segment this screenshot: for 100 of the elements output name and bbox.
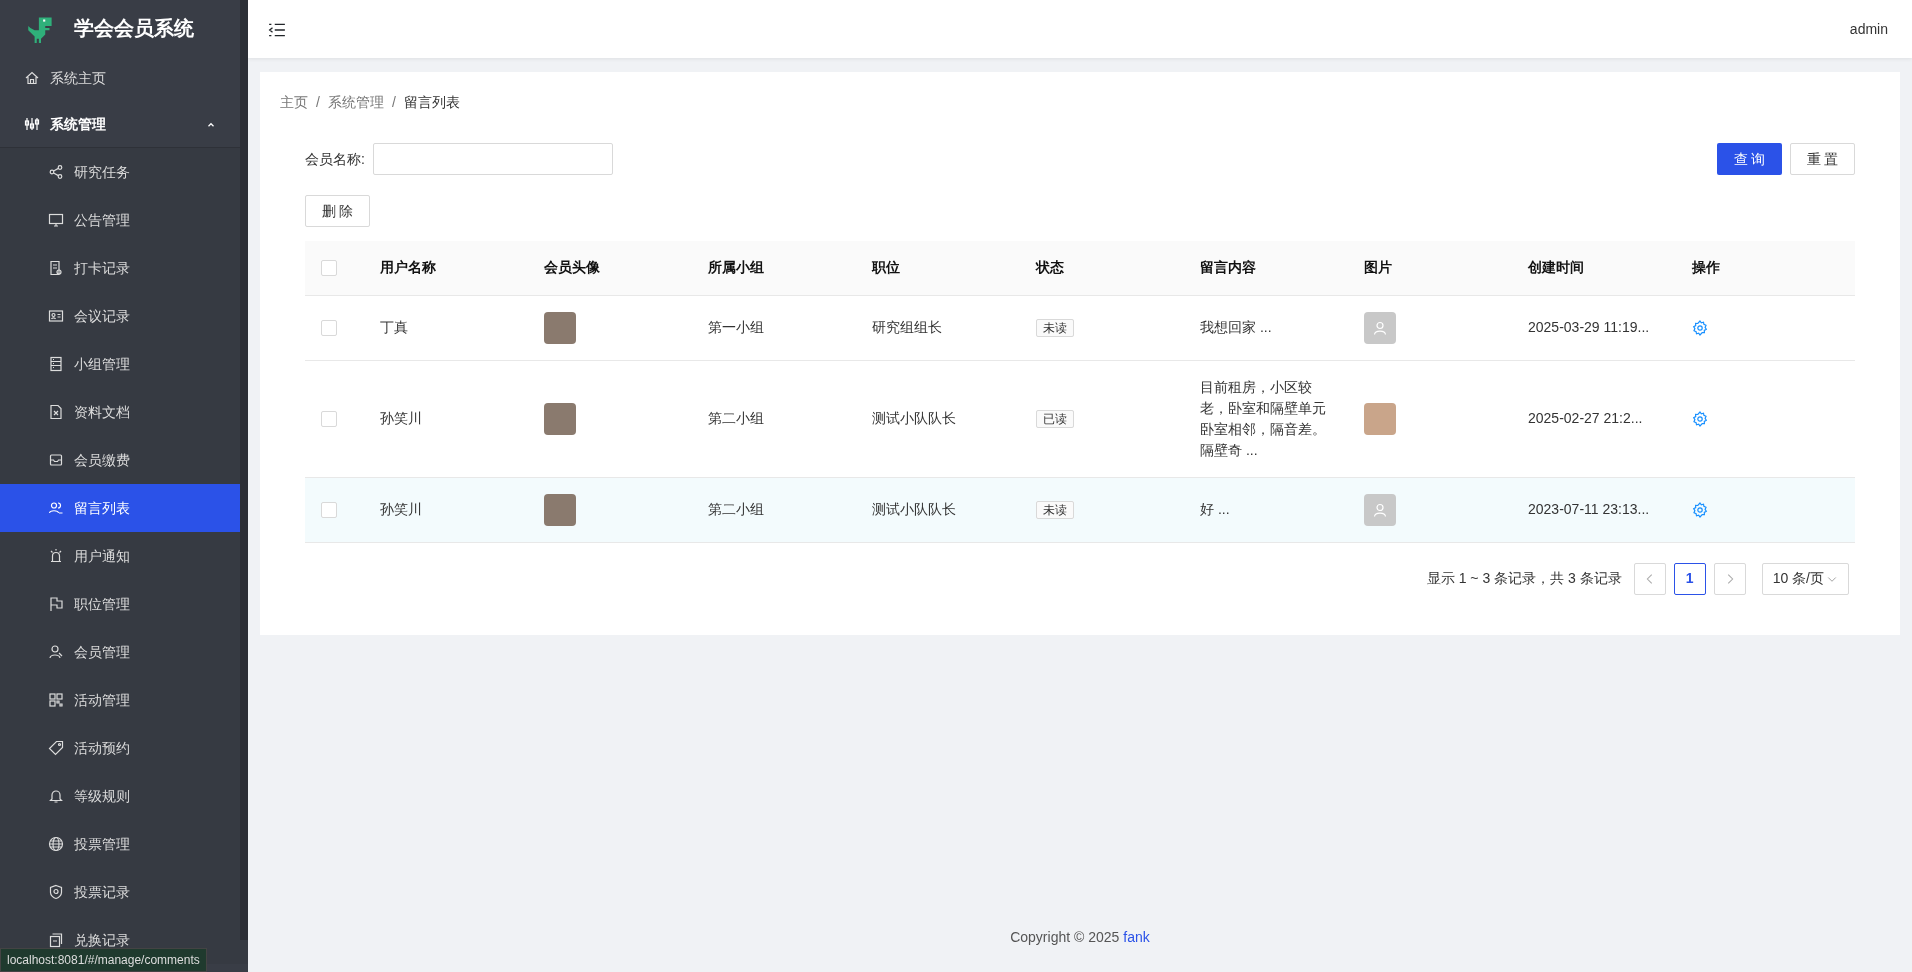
sidebar-item[interactable]: 活动预约	[0, 724, 240, 772]
breadcrumb-link[interactable]: 系统管理	[327, 92, 384, 113]
table-cell: 2025-03-29 11:19...	[1528, 319, 1650, 335]
users-icon	[48, 500, 64, 516]
sidebar-item[interactable]: 会员缴费	[0, 436, 240, 484]
table-cell: 第一小组	[708, 319, 764, 335]
row-checkbox[interactable]	[321, 319, 337, 336]
sidebar-item[interactable]: 资料文档	[0, 388, 240, 436]
id-card-icon	[48, 308, 64, 324]
document-icon	[48, 260, 64, 276]
breadcrumb-current: 留言列表	[403, 93, 460, 112]
column-header: 会员头像	[528, 241, 692, 295]
link-status-tooltip: localhost:8081/#/manage/comments	[0, 948, 207, 972]
table-cell: 2025-02-27 21:2...	[1528, 410, 1643, 426]
sidebar-item[interactable]: 活动管理	[0, 676, 240, 724]
sidebar-item[interactable]: 公告管理	[0, 196, 240, 244]
tag-icon	[48, 740, 64, 756]
row-checkbox[interactable]	[321, 501, 337, 518]
sidebar-item[interactable]: 系统主页	[0, 55, 240, 101]
share-icon	[48, 164, 64, 180]
page-size-select[interactable]: 10 条/页	[1761, 562, 1849, 595]
home-icon	[24, 70, 40, 86]
table-cell: 丁真	[380, 319, 408, 335]
copy-icon	[48, 932, 64, 948]
next-page-button[interactable]	[1713, 562, 1746, 595]
settings-button[interactable]	[1692, 411, 1708, 428]
settings-icon	[1692, 502, 1708, 519]
avatar-photo-placeholder	[544, 311, 576, 344]
sidebar-item[interactable]: 职位管理	[0, 580, 240, 628]
flag-icon	[48, 596, 64, 612]
sidebar-item[interactable]: 系统管理	[0, 101, 240, 147]
sidebar-item[interactable]: 研究任务	[0, 148, 240, 196]
sidebar-item[interactable]: 投票管理	[0, 820, 240, 868]
table-cell: 孙笑川	[380, 501, 422, 517]
list-icon	[48, 356, 64, 372]
sidebar-item[interactable]: 留言列表	[0, 484, 240, 532]
page-button[interactable]: 1	[1673, 562, 1706, 595]
breadcrumb-separator: /	[316, 93, 320, 112]
user-icon	[48, 644, 64, 660]
select-all-checkbox[interactable]	[321, 259, 337, 276]
reset-button[interactable]: 重 置	[1790, 143, 1855, 175]
delete-button[interactable]: 删 除	[305, 195, 370, 227]
file-icon	[48, 404, 64, 420]
status-tag: 已读	[1036, 409, 1074, 428]
table-cell: 研究组组长	[872, 319, 942, 335]
shield-icon	[48, 884, 64, 900]
column-header: 所属小组	[692, 241, 856, 295]
table-cell: 2023-07-11 23:13...	[1528, 501, 1650, 517]
qr-code-icon	[48, 692, 64, 708]
sidebar-item[interactable]: 会员管理	[0, 628, 240, 676]
alarm-icon	[48, 548, 64, 564]
scrollbar[interactable]	[240, 0, 248, 940]
message-text: 目前租房，小区较老，卧室和隔壁单元卧室相邻，隔音差。隔壁奇 ...	[1200, 377, 1327, 460]
settings-button[interactable]	[1692, 320, 1708, 337]
message-text: 好 ...	[1200, 500, 1231, 519]
column-header: 操作	[1676, 241, 1855, 295]
copyright-text: Copyright © 2025	[1010, 928, 1120, 947]
logo-title: 学会会员系统	[74, 15, 194, 41]
column-header: 用户名称	[364, 241, 528, 295]
monitor-icon	[48, 212, 64, 228]
column-header: 图片	[1348, 241, 1512, 295]
avatar-photo-placeholder	[544, 493, 576, 526]
user-name[interactable]: admin	[1849, 18, 1888, 40]
breadcrumb-link[interactable]: 主页	[280, 92, 308, 113]
settings-icon	[1692, 411, 1708, 428]
sidebar-item[interactable]: 会议记录	[0, 292, 240, 340]
table-cell: 测试小队队长	[872, 410, 956, 426]
member-name-field[interactable]	[372, 143, 613, 175]
search-label: 会员名称:	[305, 149, 365, 169]
column-header: 状态	[1020, 241, 1184, 295]
author-link[interactable]: fank	[1123, 927, 1150, 948]
row-checkbox[interactable]	[321, 410, 337, 427]
pagination-summary: 显示 1 ~ 3 条记录，共 3 条记录	[1426, 569, 1622, 588]
avatar-photo-placeholder	[544, 402, 576, 435]
inbox-icon	[48, 452, 64, 468]
message-text: 我想回家 ...	[1200, 318, 1273, 337]
table-cell: 测试小队队长	[872, 501, 956, 517]
table-cell: 孙笑川	[380, 410, 422, 426]
sidebar-item[interactable]: 用户通知	[0, 532, 240, 580]
user-icon	[1372, 501, 1388, 518]
globe-icon	[48, 836, 64, 852]
status-tag: 未读	[1036, 500, 1074, 519]
bell-icon	[48, 788, 64, 804]
column-header: 留言内容	[1184, 241, 1348, 295]
settings-button[interactable]	[1692, 502, 1708, 519]
sidebar-item[interactable]: 投票记录	[0, 868, 240, 916]
settings-icon	[1692, 320, 1708, 337]
breadcrumb-separator: /	[391, 93, 396, 112]
column-header: 职位	[856, 241, 1020, 295]
table-cell: 第二小组	[708, 410, 764, 426]
sidebar-item[interactable]: 等级规则	[0, 772, 240, 820]
user-icon	[1372, 319, 1388, 336]
query-button[interactable]: 查 询	[1717, 143, 1782, 175]
column-header: 创建时间	[1512, 241, 1676, 295]
sidebar-item[interactable]: 小组管理	[0, 340, 240, 388]
sliders-icon	[24, 116, 40, 132]
status-tag: 未读	[1036, 318, 1074, 337]
previous-page-button[interactable]	[1633, 562, 1666, 595]
table-cell: 第二小组	[708, 501, 764, 517]
sidebar-item[interactable]: 打卡记录	[0, 244, 240, 292]
